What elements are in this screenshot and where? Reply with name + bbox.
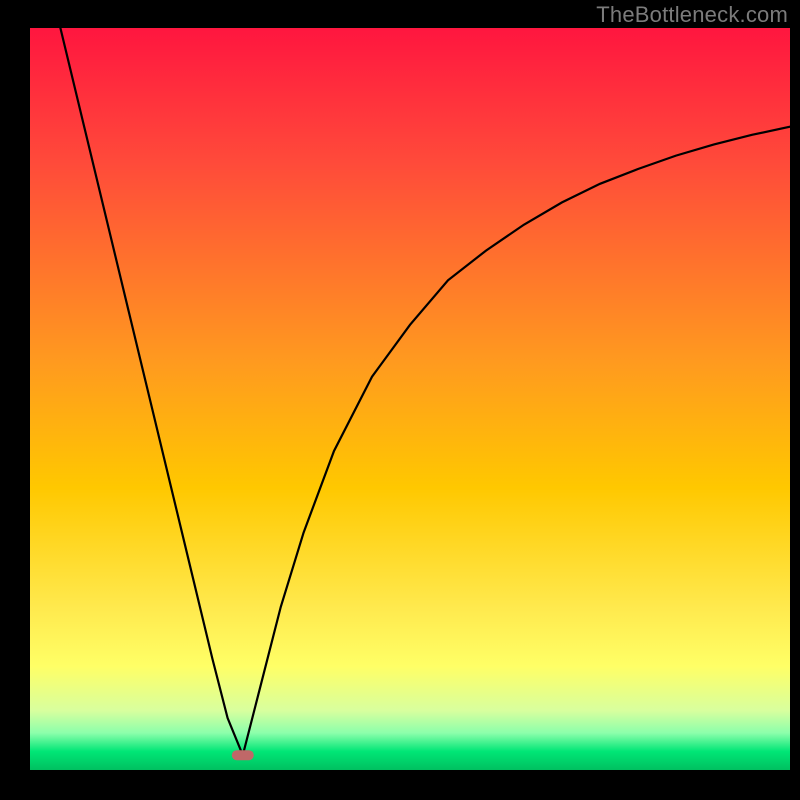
bottleneck-chart [0, 0, 800, 800]
chart-frame: TheBottleneck.com [0, 0, 800, 800]
min-marker [232, 750, 254, 760]
watermark-text: TheBottleneck.com [596, 2, 788, 28]
